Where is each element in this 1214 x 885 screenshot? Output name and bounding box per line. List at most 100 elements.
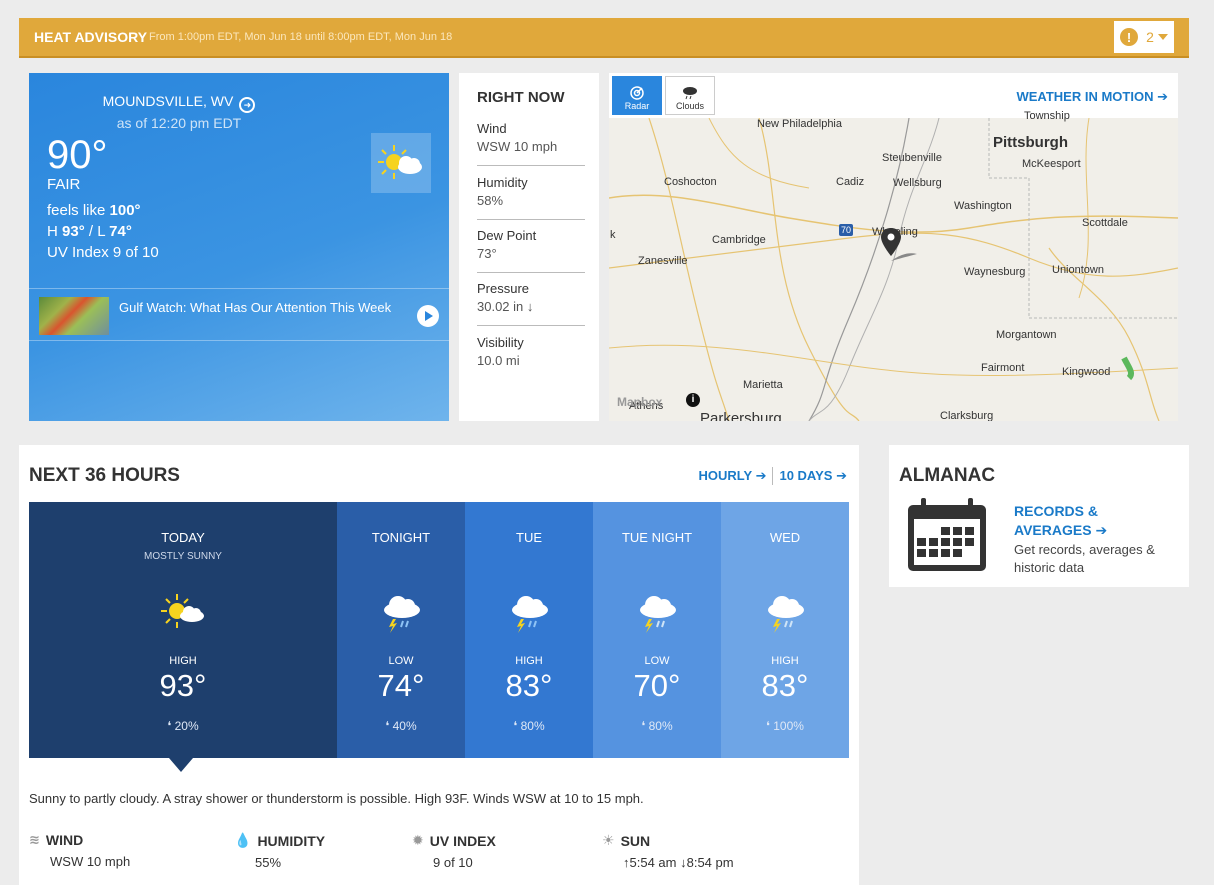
map-city-label: Zanesville <box>638 255 688 267</box>
period-precip: ❛ 80% <box>465 719 593 733</box>
calendar-icon <box>908 498 986 571</box>
map-city-label: Cadiz <box>836 176 865 188</box>
wind-value: WSW 10 mph <box>50 854 131 869</box>
humidity-value: 55% <box>255 855 282 870</box>
uv-index: UV Index 9 of 10 <box>47 244 159 261</box>
radar-icon <box>630 86 644 100</box>
period-precip: ❛ 80% <box>593 719 721 733</box>
current-temperature: 90° <box>47 133 108 177</box>
forecast-periods: TODAY MOSTLY SUNNY HIGH 93° ❛ 20% TONIGH… <box>29 502 849 758</box>
location-arrow-icon[interactable]: ➜ <box>239 97 256 113</box>
raindrop-icon: ❛ <box>167 719 172 733</box>
map-city-label: Morgantown <box>996 329 1057 341</box>
map-city-label: New Philadelphia <box>757 118 842 130</box>
map-city-label: Steubenville <box>882 152 942 164</box>
period-tonight[interactable]: TONIGHT LOW 74° ❛ 40% <box>337 502 465 758</box>
arrow-right-icon: ➔ <box>755 468 767 483</box>
period-high-low-label: LOW <box>644 655 670 667</box>
period-high-low-label: HIGH <box>515 655 543 667</box>
interstate-shield: 70 <box>839 224 854 236</box>
period-wed[interactable]: WED HIGH 83° ❛ 100% <box>721 502 849 758</box>
detail-sun: ☀ SUN ↑5:54 am ↓8:54 pm <box>602 832 734 870</box>
hourly-link-label: HOURLY <box>698 468 752 483</box>
hilo-l-label: / L <box>84 223 105 240</box>
sun-cloud-icon <box>161 594 204 628</box>
play-icon[interactable] <box>417 305 439 327</box>
weather-in-motion-link[interactable]: WEATHER IN MOTION ➔ <box>1016 89 1168 105</box>
map-city-label: Wellsburg <box>893 177 942 189</box>
water-drop-icon: 💧 <box>234 832 252 848</box>
current-conditions-card: MOUNDSVILLE, WV ➜ as of 12:20 pm EDT 90° … <box>29 73 449 421</box>
gulf-watch-video-link[interactable]: Gulf Watch: What Has Our Attention This … <box>29 288 449 341</box>
detail-humidity: 💧 HUMIDITY 55% <box>234 832 325 870</box>
sun-label: SUN <box>620 832 651 849</box>
map-city-label: Fairmont <box>981 362 1025 374</box>
map-canvas[interactable]: New Philadelphia Steubenville Pittsburgh… <box>609 110 1178 421</box>
detail-wind: ≋ WIND WSW 10 mph <box>29 832 130 869</box>
radar-map-panel: Radar Clouds WEATHER IN MOTION ➔ New Phi… <box>609 73 1178 421</box>
map-city-label: Cambridge <box>712 234 766 246</box>
period-name: TONIGHT <box>371 530 431 545</box>
video-thumbnail <box>39 297 109 335</box>
period-today[interactable]: TODAY MOSTLY SUNNY HIGH 93° ❛ 20% <box>29 502 337 758</box>
map-city-label: McKeesport <box>1022 158 1081 170</box>
precip-value: 20% <box>174 719 199 733</box>
feels-like-label: feels like <box>47 202 106 219</box>
raindrop-icon: ❛ <box>766 719 770 733</box>
rn-label: Dew Point <box>477 228 537 243</box>
map-city-label: Kingwood <box>1062 366 1111 378</box>
right-now-visibility: Visibility 10.0 mi <box>477 327 585 380</box>
sunrise-value: 5:54 am <box>629 855 677 870</box>
location-name: MOUNDSVILLE, WV <box>102 93 234 109</box>
tab-radar-label: Radar <box>624 101 650 111</box>
period-high-low-label: LOW <box>388 655 414 667</box>
precip-value: 80% <box>520 719 545 733</box>
tab-clouds-label: Clouds <box>675 101 704 111</box>
thunderstorm-icon <box>768 596 804 633</box>
wind-label: WIND <box>45 832 84 848</box>
alert-count-dropdown[interactable]: ! 2 <box>1114 21 1174 53</box>
hourly-link[interactable]: HOURLY ➔ <box>698 468 766 484</box>
location[interactable]: MOUNDSVILLE, WV ➜ <box>29 93 329 113</box>
period-high-low-label: HIGH <box>771 655 799 667</box>
ten-day-link[interactable]: 10 DAYS ➔ <box>779 468 847 484</box>
hilo-h-label: H <box>47 223 58 240</box>
tab-clouds[interactable]: Clouds <box>665 76 715 115</box>
heat-advisory-bar[interactable]: HEAT ADVISORY From 1:00pm EDT, Mon Jun 1… <box>19 18 1189 58</box>
sun-cloud-icon <box>371 133 431 193</box>
uv-value: 9 of 10 <box>433 855 473 870</box>
almanac-description: Get records, averages & historic data <box>1014 542 1155 575</box>
period-precip: ❛ 20% <box>29 719 337 733</box>
arrow-right-icon: ➔ <box>1157 89 1168 104</box>
mapbox-logo: Mapbox <box>617 395 663 409</box>
period-name: TODAY <box>161 530 205 545</box>
info-icon[interactable]: i <box>686 393 700 407</box>
high-low: H 93° / L 74° <box>47 223 132 240</box>
period-tue-night[interactable]: TUE NIGHT LOW 70° ❛ 80% <box>593 502 721 758</box>
rn-value: 58% <box>477 193 504 208</box>
tab-radar[interactable]: Radar <box>612 76 662 115</box>
records-averages-link[interactable]: RECORDS & AVERAGES ➔ <box>1014 502 1124 540</box>
chevron-down-icon <box>1157 34 1168 40</box>
period-name: TUE <box>516 530 542 545</box>
video-title: Gulf Watch: What Has Our Attention This … <box>119 300 392 315</box>
period-tue[interactable]: TUE HIGH 83° ❛ 80% <box>465 502 593 758</box>
ten-day-link-label: 10 DAYS <box>779 468 833 483</box>
divider <box>772 467 774 485</box>
sun-times: ↑5:54 am ↓8:54 pm <box>623 855 734 870</box>
thunderstorm-icon <box>512 596 548 633</box>
map-city-label: Washington <box>954 200 1012 212</box>
forecast-links: HOURLY ➔ 10 DAYS ➔ <box>698 467 847 485</box>
almanac-title: ALMANAC <box>899 465 996 486</box>
high-value: 93° <box>62 223 85 240</box>
thunderstorm-icon <box>384 596 420 633</box>
map-city-label: Waynesburg <box>964 266 1026 278</box>
map-layer-tabs: Radar Clouds <box>612 76 715 115</box>
uv-label: UV INDEX <box>429 832 496 849</box>
right-now-title: RIGHT NOW <box>477 89 565 106</box>
rn-value: 30.02 in ↓ <box>477 299 534 314</box>
selected-period-pointer <box>169 758 193 772</box>
rn-label: Pressure <box>477 281 530 296</box>
map-city-label: Clarksburg <box>940 410 994 421</box>
uv-sun-icon: ✹ <box>412 832 424 848</box>
